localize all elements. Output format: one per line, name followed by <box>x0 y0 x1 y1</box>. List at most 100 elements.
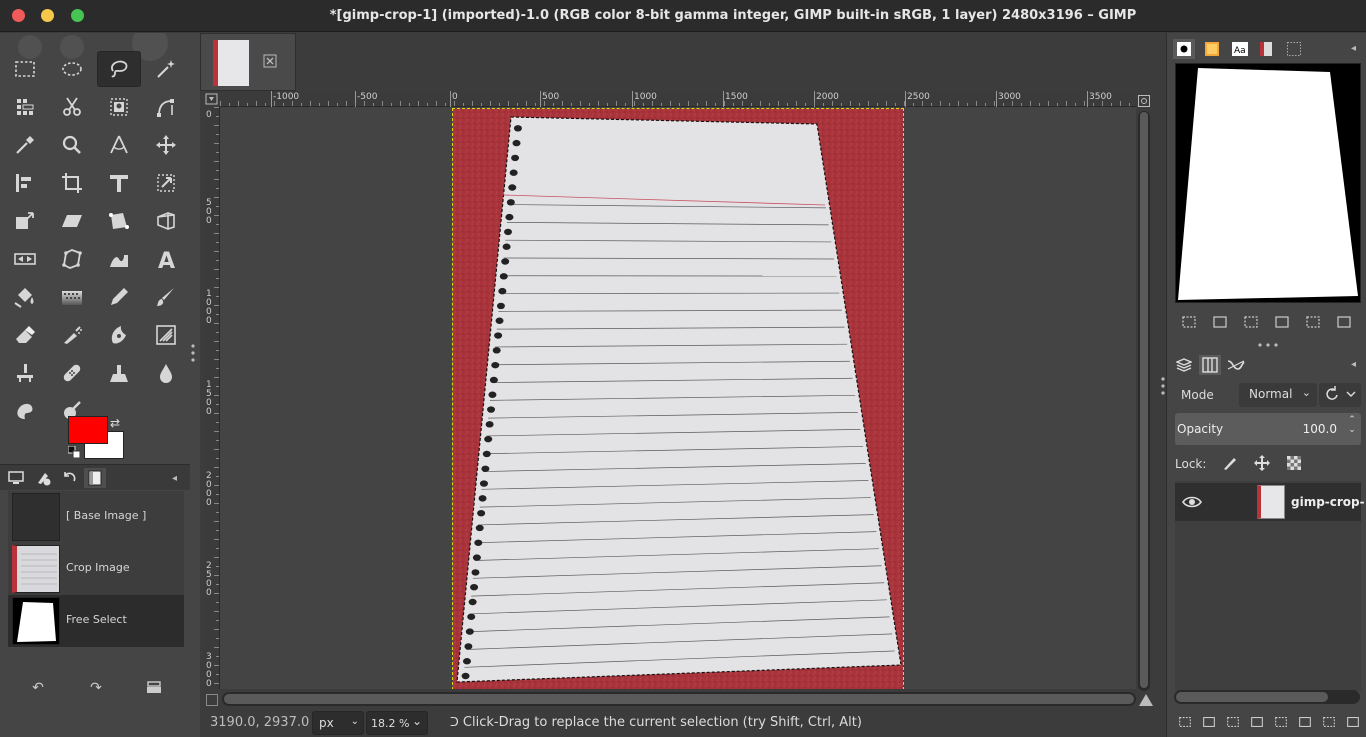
tab-paths[interactable] <box>1225 355 1247 375</box>
tool-eraser[interactable] <box>3 317 47 353</box>
tool-handle-transform[interactable] <box>97 203 141 239</box>
horizontal-ruler[interactable]: -1000 -500 0 500 1000 1500 2000 2500 3000 3500 <box>220 91 1136 107</box>
redo-button[interactable]: ↷ <box>84 680 108 698</box>
tool-heal[interactable] <box>50 355 94 391</box>
tab-layers[interactable] <box>1173 355 1195 375</box>
layer-mode-switch-button[interactable] <box>1319 383 1361 407</box>
opacity-spin-buttons[interactable]: ⌃ ⌄ <box>1345 415 1359 443</box>
tool-ellipse-select[interactable] <box>50 51 94 87</box>
new-layer-button[interactable] <box>1177 713 1193 731</box>
zoom-image-icon[interactable] <box>1138 693 1154 707</box>
eye-icon[interactable] <box>1181 491 1203 513</box>
stroke-selection-button[interactable] <box>1335 313 1353 331</box>
new-group-button[interactable] <box>1201 713 1217 731</box>
tool-flip[interactable] <box>3 241 47 277</box>
tab-fonts[interactable]: Aa <box>1229 39 1251 59</box>
tool-scissors[interactable] <box>50 89 94 125</box>
invert-selection-button[interactable] <box>1242 313 1260 331</box>
tool-unified-transform[interactable] <box>97 165 141 201</box>
tab-tool-options[interactable] <box>5 468 27 488</box>
image-tab[interactable] <box>200 33 296 91</box>
tab-brushes[interactable] <box>1173 39 1195 59</box>
duplicate-layer-button[interactable] <box>1273 713 1289 731</box>
to-path-button[interactable] <box>1304 313 1322 331</box>
tool-measure[interactable] <box>97 127 141 163</box>
list-item[interactable]: [ Base Image ] <box>8 491 184 543</box>
select-by-channel-button[interactable] <box>1273 313 1291 331</box>
tool-warp-transform[interactable] <box>144 165 188 201</box>
tool-foreground-select[interactable] <box>97 89 141 125</box>
tool-cage[interactable] <box>50 241 94 277</box>
tool-color-picker[interactable] <box>3 127 47 163</box>
ruler-corner-button[interactable] <box>204 91 220 107</box>
tab-channels[interactable] <box>1199 355 1221 375</box>
lock-position-button[interactable] <box>1253 454 1271 472</box>
list-item[interactable]: Crop Image <box>8 543 184 595</box>
delete-layer-button[interactable] <box>1345 713 1361 731</box>
navigate-icon[interactable] <box>1138 95 1150 107</box>
tool-scale[interactable] <box>3 203 47 239</box>
vertical-scrollbar-thumb[interactable] <box>1140 112 1148 688</box>
tab-images[interactable] <box>84 468 106 488</box>
tool-mypaint-brush[interactable] <box>144 317 188 353</box>
anchor-layer-button[interactable] <box>1297 713 1313 731</box>
chevron-down-icon[interactable]: ⌄ <box>1345 425 1359 435</box>
lock-alpha-button[interactable] <box>1285 454 1303 472</box>
tool-blur[interactable] <box>144 355 188 391</box>
tool-select-by-color[interactable] <box>3 89 47 125</box>
dock-menu-icon[interactable]: ◂ <box>172 473 177 484</box>
tool-bucket-fill[interactable] <box>3 279 47 315</box>
tool-paths[interactable] <box>144 89 188 125</box>
tab-images-top[interactable] <box>1255 39 1277 59</box>
tool-blend[interactable] <box>50 279 94 315</box>
tool-rect-select[interactable] <box>3 51 47 87</box>
tool-shear[interactable] <box>50 203 94 239</box>
select-none-button[interactable] <box>1211 313 1229 331</box>
tool-free-select[interactable] <box>97 51 141 87</box>
image-canvas[interactable] <box>220 107 1136 689</box>
vertical-ruler[interactable]: 0 500 1000 1500 2000 2500 3000 <box>204 107 220 689</box>
foreground-color-swatch[interactable] <box>68 416 108 444</box>
chevron-up-icon[interactable]: ⌃ <box>1345 415 1359 425</box>
tool-text[interactable]: A <box>144 241 188 277</box>
select-all-button[interactable] <box>1180 313 1198 331</box>
tab-device-status[interactable] <box>32 468 54 488</box>
close-icon[interactable] <box>263 54 277 68</box>
tool-crop[interactable] <box>50 165 94 201</box>
dock-menu-icon[interactable]: ◂ <box>1351 359 1363 371</box>
image-content[interactable] <box>452 108 904 689</box>
raise-layer-button[interactable] <box>1225 713 1241 731</box>
dock-grip-icon[interactable] <box>1256 342 1280 348</box>
tool-align[interactable] <box>3 165 47 201</box>
opacity-spinscale[interactable]: Opacity 100.0 ⌃ ⌄ <box>1175 413 1361 445</box>
dock-grip-icon[interactable] <box>1160 376 1166 398</box>
tool-clone[interactable] <box>3 355 47 391</box>
layer-mode-select[interactable]: Normal ⌄ <box>1239 383 1317 407</box>
dock-menu-icon[interactable]: ◂ <box>1351 43 1363 55</box>
tool-airbrush[interactable] <box>50 317 94 353</box>
tool-paintbrush[interactable] <box>144 279 188 315</box>
tab-patterns[interactable] <box>1201 39 1223 59</box>
tool-fuzzy-select[interactable] <box>144 51 188 87</box>
swap-colors-icon[interactable]: ⇄ <box>110 416 120 430</box>
lower-layer-button[interactable] <box>1249 713 1265 731</box>
undo-button[interactable]: ↶ <box>26 680 50 698</box>
horizontal-scrollbar-thumb[interactable] <box>224 694 1134 704</box>
tool-perspective[interactable] <box>144 203 188 239</box>
chevron-down-icon[interactable]: ⌄ <box>412 714 422 728</box>
tool-smudge[interactable] <box>3 393 47 429</box>
tool-perspective-clone[interactable] <box>97 355 141 391</box>
quick-mask-toggle[interactable] <box>206 694 218 706</box>
mask-layer-button[interactable] <box>1321 713 1337 731</box>
clear-undo-history-button[interactable] <box>142 680 166 698</box>
default-colors-icon[interactable] <box>68 446 80 458</box>
tab-undo-history[interactable] <box>58 468 80 488</box>
tool-warp[interactable] <box>97 241 141 277</box>
tool-ink[interactable] <box>97 317 141 353</box>
lock-pixels-button[interactable] <box>1221 454 1239 472</box>
list-item[interactable]: Free Select <box>8 595 184 647</box>
unit-select[interactable]: px ⌄ <box>312 711 364 735</box>
tool-move[interactable] <box>144 127 188 163</box>
tool-pencil[interactable] <box>97 279 141 315</box>
layer-name[interactable]: gimp-crop- <box>1291 495 1365 509</box>
